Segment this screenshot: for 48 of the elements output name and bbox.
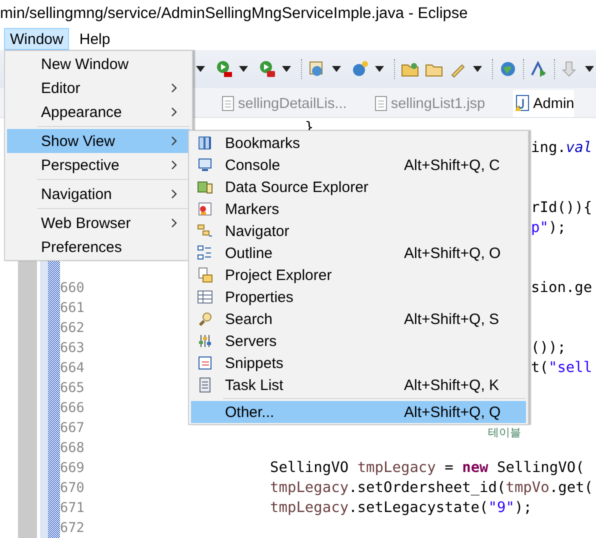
menu-item[interactable]: Preferences <box>7 235 190 259</box>
menu-item[interactable]: Project Explorer <box>191 264 526 286</box>
code-line: tmpLegacy.setOrdersheet_id(tmpVo.get( <box>270 480 594 496</box>
line-number: 672 <box>60 520 86 536</box>
menu-item[interactable]: Markers <box>191 198 526 220</box>
menu-item[interactable]: Properties <box>191 286 526 308</box>
line-number: 660 <box>60 280 86 296</box>
menu-item[interactable]: Servers <box>191 330 526 352</box>
code-line: SellingVO tmpLegacy = new SellingVO( <box>270 460 584 476</box>
line-number: 670 <box>60 480 86 496</box>
menu[interactable]: Window <box>4 28 70 50</box>
menu-item[interactable]: Snippets <box>191 352 526 374</box>
code-line: rId()){ <box>531 200 592 216</box>
menu-item[interactable]: Appearance <box>7 100 190 124</box>
menu-item[interactable]: Bookmarks <box>191 132 526 154</box>
line-number: 667 <box>60 420 86 436</box>
code-line: t("sell <box>531 360 592 376</box>
menu-item[interactable]: Data Source Explorer <box>191 176 526 198</box>
line-number: 661 <box>60 300 86 316</box>
code-line: 테이블 <box>488 427 521 438</box>
menu-item[interactable]: Web Browser <box>7 211 190 235</box>
menu-item[interactable]: New Window <box>7 52 190 76</box>
line-number: 666 <box>60 400 86 416</box>
menu-item[interactable]: Show View <box>7 129 190 153</box>
code-line: ing.val <box>531 140 592 156</box>
line-number: 664 <box>60 360 86 376</box>
window-title: min/sellingmng/service/AdminSellingMngServiceImple.java - Eclipse <box>0 4 469 24</box>
menu-item[interactable]: Perspective <box>7 153 190 177</box>
line-number: 669 <box>60 460 86 476</box>
line-number: 665 <box>60 380 86 396</box>
menu-item[interactable]: Search Alt+Shift+Q, S <box>191 308 526 330</box>
menu-item[interactable]: Navigation <box>7 182 190 206</box>
menu-item[interactable]: Task List Alt+Shift+Q, K <box>191 374 526 396</box>
line-number: 662 <box>60 320 86 336</box>
menu[interactable]: Help <box>73 28 116 50</box>
code-line: ()); <box>531 340 566 356</box>
code-line: sion.ge <box>531 280 592 296</box>
code-line: p"); <box>531 220 566 236</box>
menu-item[interactable]: Console Alt+Shift+Q, C <box>191 154 526 176</box>
menu-item[interactable]: Outline Alt+Shift+Q, O <box>191 242 526 264</box>
editor-tab[interactable]: Admin <box>513 90 574 117</box>
line-number: 663 <box>60 340 86 356</box>
menu-item[interactable]: Navigator <box>191 220 526 242</box>
code-line: tmpLegacy.setLegacystate("9"); <box>270 500 532 516</box>
menu-item[interactable]: Editor <box>7 76 190 100</box>
line-number: 671 <box>60 500 86 516</box>
menu-item[interactable]: Other... Alt+Shift+Q, Q <box>191 401 526 423</box>
line-number: 668 <box>60 440 86 456</box>
